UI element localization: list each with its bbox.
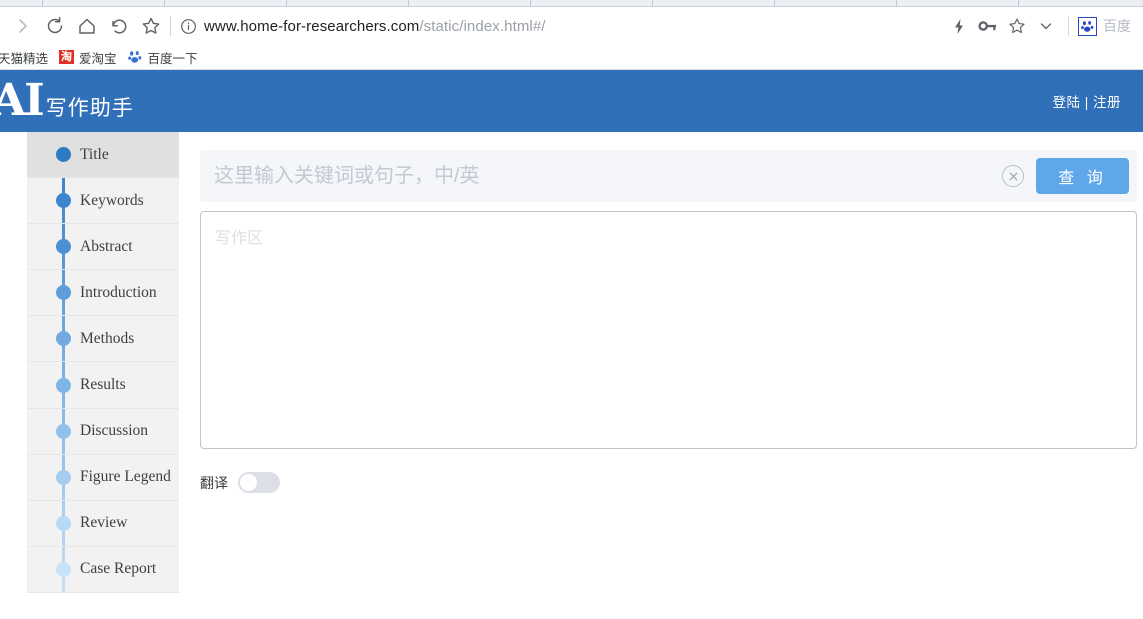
undo-arrow-icon[interactable]	[104, 11, 134, 41]
sidebar-item-label: Case Report	[80, 560, 157, 578]
sidebar-item-label: Abstract	[80, 237, 133, 255]
timeline-dot-icon	[56, 515, 71, 531]
timeline-dot-icon	[56, 239, 71, 255]
toolbar-right-icons: 百度	[936, 12, 1135, 40]
taobao-icon: 淘	[59, 50, 75, 64]
timeline-dot-icon	[56, 285, 71, 301]
forward-chevron-icon[interactable]	[8, 11, 38, 41]
search-bar: 查 询	[200, 150, 1137, 202]
sidebar-item-title[interactable]: Title	[27, 132, 179, 179]
paw-icon	[128, 50, 143, 65]
info-circle-icon[interactable]	[180, 18, 197, 35]
app-header: AI 写作助手 登陆 | 注册	[0, 70, 1143, 132]
sidebar-item-label: Figure Legend	[80, 468, 171, 486]
bookmark-label: 百度一下	[147, 51, 198, 66]
star-outline-icon[interactable]	[1004, 12, 1030, 40]
tab-strip[interactable]	[0, 0, 1143, 7]
brand-logo[interactable]: AI 写作助手	[0, 79, 134, 123]
bookmarks-bar: 天猫精选 淘 爱淘宝 百度一下	[0, 45, 1143, 70]
toggle-knob	[240, 474, 257, 491]
home-icon[interactable]	[72, 11, 102, 41]
sidebar-item-label: Discussion	[80, 422, 149, 440]
clear-circle-icon[interactable]	[1002, 165, 1024, 187]
chevron-down-icon[interactable]	[1033, 12, 1059, 40]
sidebar-item-introduction[interactable]: Introduction	[27, 270, 179, 317]
browser-tab[interactable]	[0, 0, 42, 6]
sidebar-item-label: Title	[80, 145, 109, 163]
sidebar-item-label: Keywords	[80, 191, 144, 209]
sidebar-item-keywords[interactable]: Keywords	[27, 178, 179, 225]
navigation-buttons	[8, 11, 166, 41]
translate-toggle[interactable]	[238, 472, 280, 493]
timeline-dot-icon	[56, 469, 71, 485]
sidebar-nav: Title Keywords Abstract Introduction Methods…	[27, 132, 179, 593]
search-input[interactable]	[214, 164, 1002, 188]
sidebar-item-label: Review	[80, 514, 128, 532]
brand-subtitle: 写作助手	[45, 97, 134, 120]
translate-label: 翻译	[200, 474, 228, 491]
key-icon[interactable]	[975, 12, 1001, 40]
sidebar-item-discussion[interactable]: Discussion	[27, 409, 179, 455]
browser-tab[interactable]	[896, 0, 1018, 6]
timeline-dot-icon	[56, 193, 71, 209]
sidebar-item-case-report[interactable]: Case Report	[27, 547, 179, 593]
baidu-extension-label: 百度	[1103, 18, 1131, 34]
search-button[interactable]: 查 询	[1036, 158, 1129, 194]
bookmark-label: 天猫精选	[0, 51, 49, 66]
baidu-extension[interactable]: 百度	[1078, 16, 1135, 36]
timeline-dot-icon	[56, 331, 71, 347]
timeline-dot-icon	[56, 561, 71, 577]
sidebar-item-review[interactable]: Review	[27, 501, 179, 547]
reload-icon[interactable]	[40, 11, 70, 41]
sidebar-item-results[interactable]: Results	[27, 362, 179, 409]
sidebar-item-methods[interactable]: Methods	[27, 316, 179, 363]
browser-tab[interactable]	[408, 0, 530, 6]
browser-toolbar: www.home-for-researchers.com/static/inde…	[0, 7, 1143, 45]
browser-chrome: www.home-for-researchers.com/static/inde…	[0, 0, 1143, 70]
url-path: /static/index.html#/	[419, 17, 546, 35]
sidebar-item-label: Results	[80, 376, 126, 394]
page-body: Title Keywords Abstract Introduction Methods…	[0, 132, 1143, 619]
browser-tab[interactable]	[1018, 0, 1140, 6]
browser-tab[interactable]	[652, 0, 774, 6]
browser-tab[interactable]	[42, 0, 164, 6]
auth-links[interactable]: 登陆 | 注册	[1052, 91, 1121, 111]
baidu-paw-icon[interactable]	[1078, 16, 1097, 36]
sidebar-item-label: Introduction	[80, 283, 157, 301]
bookmark-label: 爱淘宝	[79, 51, 117, 66]
browser-tab[interactable]	[286, 0, 408, 6]
url-text: www.home-for-researchers.com/static/inde…	[204, 18, 546, 35]
timeline-dot-icon	[56, 147, 71, 163]
sidebar-item-abstract[interactable]: Abstract	[27, 224, 179, 271]
omnibox-divider	[170, 16, 171, 36]
writing-area-textarea[interactable]	[200, 211, 1137, 449]
star-icon[interactable]	[136, 11, 166, 41]
toolbar-divider	[1068, 16, 1069, 36]
browser-tab[interactable]	[164, 0, 286, 6]
url-domain: www.home-for-researchers.com	[204, 17, 420, 35]
sidebar-item-label: Methods	[80, 329, 135, 347]
translate-toggle-row: 翻译	[200, 472, 1137, 493]
lightning-bolt-icon[interactable]	[946, 12, 972, 40]
brand-ai-text: AI	[0, 75, 45, 126]
timeline-dot-icon	[56, 377, 71, 393]
main-content: 查 询 翻译	[179, 132, 1143, 619]
sidebar-item-list: Title Keywords Abstract Introduction Methods…	[27, 132, 179, 593]
browser-tab[interactable]	[530, 0, 652, 6]
sidebar-item-figure-legend[interactable]: Figure Legend	[27, 455, 179, 501]
timeline-dot-icon	[56, 423, 71, 439]
bookmark-aitaobao[interactable]: 淘 爱淘宝	[59, 48, 117, 67]
address-bar[interactable]: www.home-for-researchers.com/static/inde…	[180, 11, 936, 41]
browser-tab[interactable]	[774, 0, 896, 6]
bookmark-baidu[interactable]: 百度一下	[128, 48, 198, 67]
bookmark-tmall[interactable]: 天猫精选	[0, 48, 48, 67]
